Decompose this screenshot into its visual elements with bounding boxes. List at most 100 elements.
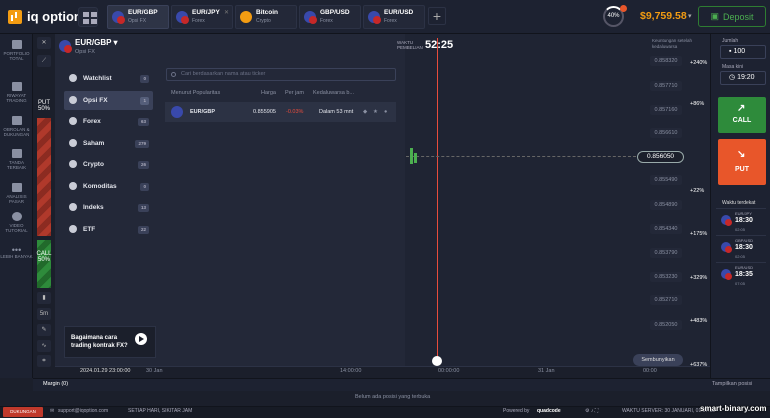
hide-button[interactable]: Sembunyikan: [633, 354, 683, 366]
watermark: smart-binary.com: [700, 404, 767, 413]
search-icon: [171, 72, 176, 77]
category-komoditas[interactable]: Komoditas 0: [64, 177, 153, 196]
profit-notice: Keuntungan setelah kedaluwarsa: [652, 38, 693, 49]
nav-more[interactable]: ••• LEBIH BANYAK: [0, 246, 33, 260]
support-hours: SETIAP HARI, SIKITAR JAM: [128, 408, 193, 414]
support-badge[interactable]: DUKUNGAN: [3, 407, 43, 417]
call-sentiment-bar: [37, 240, 51, 288]
category-crypto[interactable]: Crypto 26: [64, 155, 153, 174]
put-button[interactable]: ↘ PUT: [718, 139, 766, 185]
logo-icon: [8, 9, 22, 24]
chat-icon: [11, 116, 22, 125]
indicator-icon[interactable]: ∿: [37, 340, 51, 352]
deadline-card[interactable]: EUR/USD 18:35 07:05: [716, 262, 766, 288]
close-icon[interactable]: ✕: [224, 9, 229, 16]
time-input[interactable]: ◷ 19:20: [720, 71, 766, 85]
nearest-time-label: Waktu terdekat: [722, 200, 756, 206]
tab-margin[interactable]: Margin (0): [43, 381, 68, 387]
forex-icon: [69, 117, 77, 125]
category-watchlist[interactable]: Watchlist 0: [64, 69, 153, 88]
signal-icon: [11, 149, 22, 158]
tab-bitcoin[interactable]: Bitcoin Crypto: [235, 5, 297, 29]
eu-jp-flag-icon: [721, 215, 732, 226]
mail-icon: ✉: [50, 408, 55, 414]
profit-tick: +240%: [690, 60, 708, 66]
nav-chat-support[interactable]: OBROLAN & DUKUNGAN: [0, 116, 33, 137]
history-icon: [11, 82, 22, 91]
price-tick: 0.853790: [650, 248, 682, 258]
timeframe-button[interactable]: 5m: [37, 308, 51, 320]
put-sentiment-bar: [37, 118, 51, 236]
put-sentiment: PUT 50%: [37, 100, 50, 112]
price-tick: 0.858320: [650, 56, 682, 66]
play-icon: [11, 212, 22, 221]
column-header-per-hour[interactable]: Per jam: [285, 90, 304, 96]
tab-eur-gbp[interactable]: EUR/GBP Opsi FX: [107, 5, 169, 29]
deadline-card[interactable]: GBP/USD 18:30 02:05: [716, 235, 766, 261]
play-icon[interactable]: [135, 333, 147, 345]
pin-button[interactable]: ⟋: [37, 55, 51, 67]
support-email[interactable]: support@iqoption.com: [58, 408, 108, 414]
current-price-line: [406, 156, 636, 157]
bell-icon[interactable]: ◆: [363, 109, 367, 115]
draw-icon[interactable]: ✎: [37, 324, 51, 336]
profit-tick: +329%: [690, 275, 708, 281]
stocks-icon: [69, 139, 77, 147]
info-icon[interactable]: ●: [384, 109, 387, 115]
category-indeks[interactable]: Indeks 13: [64, 198, 153, 217]
show-positions-link[interactable]: Tampilkan posisi: [712, 381, 752, 387]
category-etf[interactable]: ETF 22: [64, 220, 153, 239]
price-tick: 0.855490: [650, 175, 682, 185]
search-input[interactable]: Cari berdasarkan nama atau ticker: [166, 68, 396, 81]
chevron-down-icon[interactable]: ▾: [688, 12, 692, 20]
eu-us-flag-icon: [368, 11, 381, 24]
deadline-card[interactable]: EUR/JPY 18:30 02:05: [716, 208, 766, 234]
nav-portfolio[interactable]: PORTFOLIO TOTAL: [0, 40, 33, 61]
table-row[interactable]: EUR/GBP 0.855905 -0.03% Dalam 53 mnt ◆ ★…: [165, 102, 396, 122]
asset-type: Opsi FX: [75, 49, 95, 55]
price-tick: 0.854890: [650, 200, 682, 210]
add-tab-button[interactable]: +: [428, 7, 446, 25]
tools-icon[interactable]: ⌗: [37, 355, 51, 367]
amount-input[interactable]: ▪ 100: [720, 45, 766, 59]
star-icon[interactable]: ★: [373, 109, 378, 115]
index-icon: [69, 203, 77, 211]
price-tick: 0.854340: [650, 224, 682, 234]
gb-us-flag-icon: [721, 242, 732, 253]
promo-text: Bagaimana cara trading kontrak FX?: [71, 335, 128, 349]
asset-selector[interactable]: EUR/GBP ▾: [75, 38, 118, 47]
profit-tick: +175%: [690, 231, 708, 237]
profit-tick: +22%: [690, 188, 705, 194]
category-forex[interactable]: Forex 63: [64, 112, 153, 131]
analysis-icon: [11, 183, 22, 192]
deposit-button[interactable]: ▣ Deposit: [698, 6, 766, 27]
settings-icons[interactable]: ⚙ ♪ ⛶: [585, 408, 598, 414]
nav-trading-history[interactable]: RIWAYAT TRADING: [0, 82, 33, 103]
time-tick: 00:00:00: [438, 368, 460, 374]
logo[interactable]: iq option: [8, 9, 82, 24]
column-header-expiry[interactable]: Kedaluwarsa b...: [313, 90, 354, 96]
category-opsi-fx[interactable]: Opsi FX 1: [64, 91, 153, 110]
column-header-price[interactable]: Harga: [261, 90, 276, 96]
no-positions-text: Belum ada posisi yang terbuka: [355, 394, 431, 400]
price-tick: 0.853230: [650, 272, 682, 282]
grid-menu-button[interactable]: [78, 7, 98, 27]
nav-top-signals[interactable]: TANDA TERBAIK: [0, 149, 33, 170]
tab-gbp-usd[interactable]: GBP/USD Forex: [299, 5, 361, 29]
call-button[interactable]: ↗ CALL: [718, 97, 766, 133]
nav-video-tutorial[interactable]: VIDEO TUTORIAL: [0, 212, 33, 233]
margin-bar: [33, 378, 770, 391]
clock-icon[interactable]: [432, 356, 442, 366]
tab-eur-jpy[interactable]: ✕ EUR/JPY Forex: [171, 5, 233, 29]
price-tick: 0.856610: [650, 128, 682, 138]
eu-gb-flag-icon: [59, 40, 72, 53]
close-panel-button[interactable]: ✕: [37, 37, 51, 49]
nav-market-analysis[interactable]: ANALISIS PASAR: [0, 183, 33, 204]
candle: [410, 148, 413, 164]
balance[interactable]: $9,759.58: [640, 10, 687, 22]
column-header-popularity[interactable]: Menurut Popularitas: [171, 90, 220, 96]
chart-type-icon[interactable]: ▮: [37, 292, 51, 304]
call-sentiment: CALL 50%: [36, 251, 52, 263]
category-saham[interactable]: Saham 279: [64, 134, 153, 153]
tab-eur-usd[interactable]: EUR/USD Forex: [363, 5, 425, 29]
